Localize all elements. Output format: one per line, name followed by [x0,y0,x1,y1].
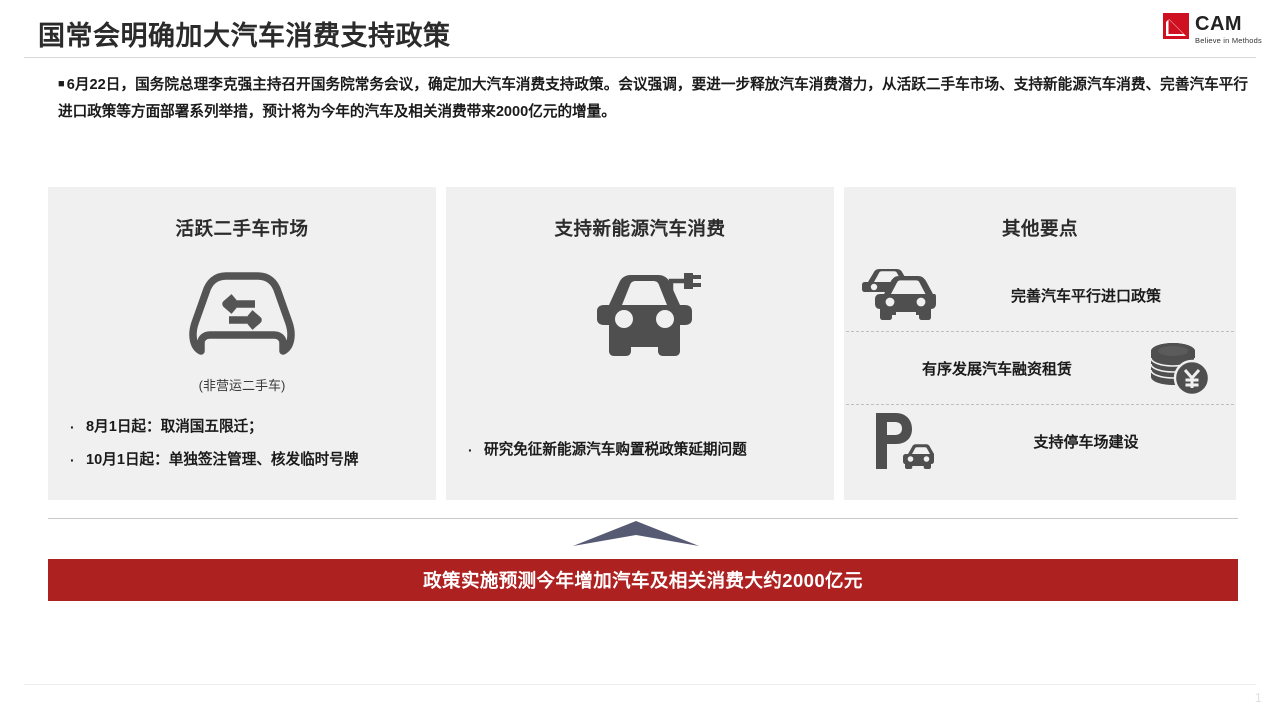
panel-used-car-market: 活跃二手车市场 (非营运二手车) · 8月1日起：取消国五限迁； · 10月1日… [48,187,436,500]
up-arrow-connector-icon [573,521,699,546]
coin-stack-yuan-icon [1136,339,1222,397]
two-cars-icon [858,267,946,323]
parking-car-icon [858,410,946,472]
summary-text: 6月22日，国务院总理李克强主持召开国务院常务会议，确定加大汽车消费支持政策。会… [58,77,1248,120]
slide: 国常会明确加大汽车消费支持政策 CAM Believe in Methods ■… [0,0,1280,720]
header-divider [24,57,1256,58]
bottom-banner: 政策实施预测今年增加汽车及相关消费大约2000亿元 [48,559,1238,601]
list-item: · 研究免征新能源汽车购置税政策延期问题 [468,440,818,462]
summary-paragraph: ■ 6月22日，国务院总理李克强主持召开国务院常务会议，确定加大汽车消费支持政策。… [58,72,1248,126]
logo-name: CAM [1195,13,1243,35]
cam-red-square-logo-icon [1163,13,1190,39]
icon-caption-used-car: (非营运二手车) [198,378,286,393]
row-label: 有序发展汽车融资租赁 [921,360,1072,378]
bullet-text: 8月1日起：取消国五限迁； [86,419,263,436]
bullet-text: 研究免征新能源汽车购置税政策延期问题 [484,442,747,459]
panel-other-key-points: 其他要点 完善汽车平行进口政策 有序发展汽车融资租赁 支持停车场建设 [844,187,1236,500]
bullet-marker: · [70,452,75,469]
mid-divider [48,518,1238,519]
footer-divider [24,684,1256,685]
list-item: 有序发展汽车融资租赁 [844,332,1236,404]
summary-bullet-marker: ■ [58,78,65,90]
logo-tagline: Believe in Methods [1195,36,1262,45]
other-key-points-rows: 完善汽车平行进口政策 有序发展汽车融资租赁 支持停车场建设 [844,259,1236,477]
electric-car-charging-icon [575,255,705,373]
panels-container: 活跃二手车市场 (非营运二手车) · 8月1日起：取消国五限迁； · 10月1日… [48,187,1238,500]
row-label: 完善汽车平行进口政策 [1010,287,1161,305]
panel-title-used-car-market: 活跃二手车市场 [175,218,309,239]
panel-icon-wrap: (非营运二手车) [48,259,436,394]
panel-bullets-new-energy-vehicle: · 研究免征新能源汽车购置税政策延期问题 [468,440,818,462]
slide-header: 国常会明确加大汽车消费支持政策 CAM Believe in Methods [0,0,1280,60]
list-item: · 10月1日起：单独签注管理、核发临时号牌 [70,450,420,472]
logo-text-block: CAM Believe in Methods [1195,13,1262,45]
bullet-text: 10月1日起：单独签注管理、核发临时号牌 [86,452,359,469]
bullet-marker: · [70,419,75,436]
bullet-marker: · [468,442,473,459]
panel-icon-wrap [446,255,834,373]
panel-new-energy-vehicle: 支持新能源汽车消费 · 研究免征新能源汽车购置税政策延期问题 [446,187,834,500]
list-item: 支持停车场建设 [844,405,1236,477]
banner-text: 政策实施预测今年增加汽车及相关消费大约2000亿元 [423,570,863,591]
page-number: 1 [1254,690,1262,705]
panel-bullets-used-car-market: · 8月1日起：取消国五限迁； · 10月1日起：单独签注管理、核发临时号牌 [70,417,420,472]
row-label: 支持停车场建设 [1033,433,1139,451]
panel-title-other-key-points: 其他要点 [1001,218,1078,239]
list-item: 完善汽车平行进口政策 [844,259,1236,331]
company-logo: CAM Believe in Methods [1163,13,1262,45]
list-item: · 8月1日起：取消国五限迁； [70,417,420,439]
car-swap-icon [184,259,300,369]
panel-title-new-energy-vehicle: 支持新能源汽车消费 [554,218,726,239]
page-title: 国常会明确加大汽车消费支持政策 [38,21,451,51]
